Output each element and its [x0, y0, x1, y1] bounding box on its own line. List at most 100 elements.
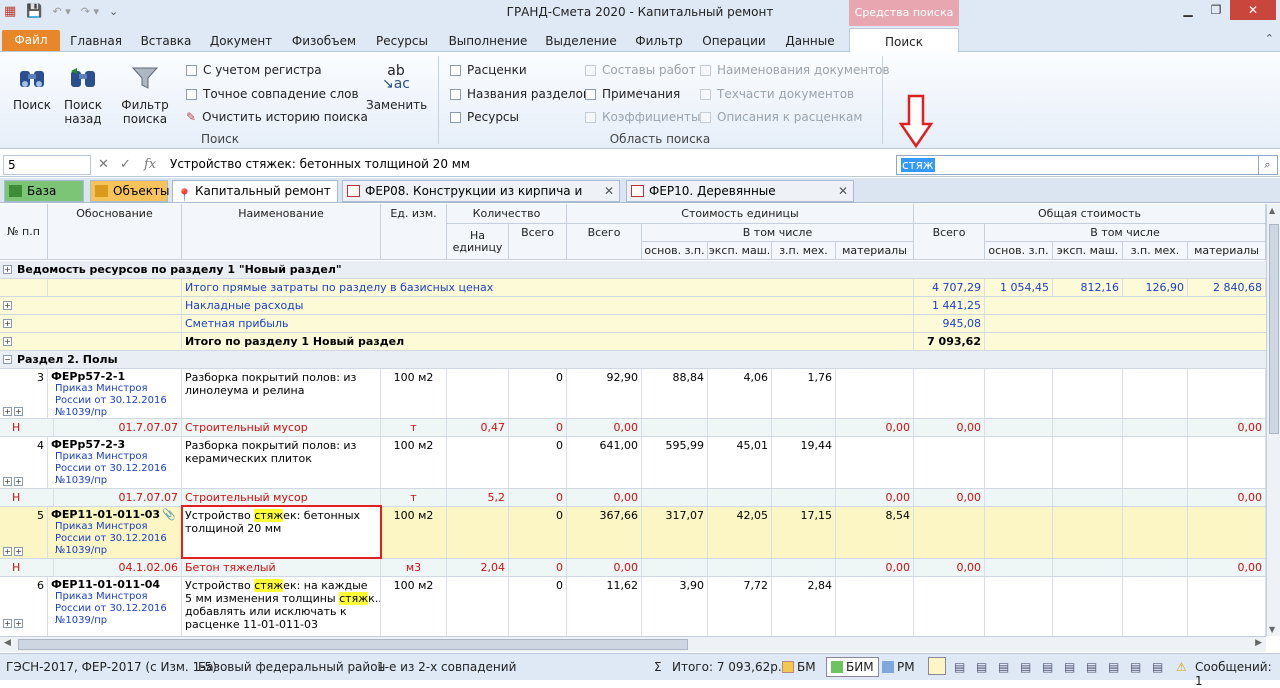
rate-code[interactable]: ФЕРр57-2-3	[51, 438, 125, 451]
status-base[interactable]: ГЭСН-2017, ФЕР-2017 (с Изм. 1-5)	[6, 660, 217, 674]
expand-icon[interactable]: +	[3, 319, 12, 328]
area-resources[interactable]: Ресурсы	[450, 110, 519, 124]
tab-insert[interactable]: Вставка	[136, 31, 196, 52]
expand-icon[interactable]: +	[3, 619, 12, 628]
scroll-down-icon[interactable]: ▼	[1269, 625, 1275, 634]
formula-text[interactable]: Устройство стяжек: бетонных толщиной 20 …	[170, 157, 470, 171]
checkbox[interactable]	[700, 64, 711, 76]
bim-toggle[interactable]: БИМ	[826, 657, 879, 677]
search-button[interactable]: Поиск	[8, 62, 56, 112]
area-rate-descriptions[interactable]: Описания к расценкам	[700, 110, 862, 124]
scroll-right-icon[interactable]: ▶	[1255, 638, 1262, 648]
total-row[interactable]: + Сметная прибыль 945,08	[0, 315, 1266, 333]
col-unit-wages[interactable]: основ. з.п.	[642, 242, 708, 260]
vertical-scrollbar[interactable]: ▲ ▼	[1266, 204, 1280, 636]
col-unit-incl[interactable]: В том числе	[642, 224, 914, 242]
resource-per-unit[interactable]: 0,47	[447, 419, 509, 436]
scroll-up-icon[interactable]: ▲	[1269, 206, 1275, 215]
unit-cell[interactable]: 100 м2	[381, 369, 447, 418]
tab-search[interactable]: Поиск	[849, 28, 959, 53]
col-num[interactable]: № п.п	[0, 204, 48, 260]
col-unit-total[interactable]: Всего	[567, 224, 642, 260]
col-qty-per-unit[interactable]: На единицу	[447, 224, 509, 260]
close-tab-icon[interactable]: ✕	[838, 181, 848, 202]
checkbox[interactable]	[450, 111, 461, 123]
estimate-row[interactable]: 4 + + ФЕРр57-2-3 Приказ Минстроя России от …	[0, 437, 1266, 489]
bm-toggle[interactable]: БМ	[782, 660, 816, 674]
resource-per-unit[interactable]: 2,04	[447, 559, 509, 576]
area-tech-parts[interactable]: Техчасти документов	[700, 87, 854, 101]
rate-code[interactable]: ФЕРр57-2-1	[51, 370, 125, 383]
tab-data[interactable]: Данные	[780, 31, 840, 52]
view-icon[interactable]: ▤	[976, 660, 987, 674]
collapse-icon[interactable]: −	[3, 355, 12, 364]
tab-resources[interactable]: Ресурсы	[370, 31, 434, 52]
rate-code[interactable]: ФЕР11-01-011-04	[51, 578, 160, 591]
tab-filter[interactable]: Фильтр	[630, 31, 688, 52]
expand-icon[interactable]: +	[14, 477, 23, 486]
ribbon-collapse-icon[interactable]: ⌃	[1265, 32, 1274, 45]
area-rates[interactable]: Расценки	[450, 63, 527, 77]
expand-icon[interactable]: +	[3, 337, 12, 346]
clear-history-button[interactable]: ✎ Очистить историю поиска	[186, 110, 368, 124]
expand-icon[interactable]: +	[14, 547, 23, 556]
rate-code[interactable]: ФЕР11-01-011-03	[51, 508, 160, 521]
col-unit[interactable]: Ед. изм.	[381, 204, 447, 260]
restore-button[interactable]: ❐	[1202, 0, 1230, 20]
cancel-icon[interactable]: ✕	[98, 157, 109, 172]
search-filter-button[interactable]: Фильтр поиска	[118, 62, 172, 126]
qty-cell[interactable]: 0	[509, 507, 567, 558]
cell-reference-field[interactable]: 5	[3, 155, 91, 175]
area-work-composition[interactable]: Составы работ	[585, 63, 696, 77]
resource-per-unit[interactable]: 5,2	[447, 489, 509, 506]
checkbox[interactable]	[700, 88, 711, 100]
tab-base[interactable]: База	[4, 180, 84, 202]
tab-fer10[interactable]: ФЕР10. Деревянные конструкции✕	[626, 180, 854, 219]
tab-file[interactable]: Файл	[2, 30, 60, 51]
checkbox[interactable]	[186, 88, 197, 100]
view-icon[interactable]: ▤	[954, 660, 965, 674]
tab-capital-repair[interactable]: 📍 Капитальный ремонт	[172, 180, 338, 202]
view-icon[interactable]: ▤	[998, 660, 1009, 674]
estimate-row[interactable]: 6 + + ФЕР11-01-011-04 Приказ Минстроя Росси…	[0, 577, 1266, 636]
unit-cell[interactable]: 100 м2	[381, 577, 447, 636]
estimate-row[interactable]: 3 + + ФЕРр57-2-1 Приказ Минстроя России от …	[0, 369, 1266, 419]
col-total-mech-wages[interactable]: з.п. мех.	[1123, 242, 1188, 260]
scrollbar-thumb[interactable]	[18, 639, 688, 650]
scroll-left-icon[interactable]: ◀	[4, 638, 11, 648]
minimize-button[interactable]: ▁	[1174, 0, 1202, 20]
cell[interactable]	[447, 577, 509, 636]
tab-execution[interactable]: Выполнение	[446, 31, 530, 52]
checkbox[interactable]	[585, 64, 596, 76]
total-row[interactable]: Итого прямые затраты по разделу в базисн…	[0, 279, 1266, 297]
unit-cell[interactable]: 100 м2	[381, 507, 447, 558]
col-unit-mech-wages[interactable]: з.п. мех.	[772, 242, 836, 260]
tab-fer08[interactable]: ФЕР08. Конструкции из кирпича и блоков✕	[342, 180, 620, 219]
expand-icon[interactable]: +	[14, 619, 23, 628]
option-case-sensitive[interactable]: С учетом регистра	[186, 63, 322, 77]
tab-document[interactable]: Документ	[206, 31, 276, 52]
search-go-icon[interactable]: ⌕	[1258, 155, 1278, 175]
col-total-materials[interactable]: материалы	[1188, 242, 1266, 260]
qty-cell[interactable]: 0	[509, 369, 567, 418]
replace-button[interactable]: ab ↘ac Заменить	[366, 62, 427, 112]
cell[interactable]	[447, 437, 509, 488]
expand-icon[interactable]: +	[3, 407, 12, 416]
qty-cell[interactable]: 0	[509, 437, 567, 488]
rm-toggle[interactable]: РМ	[882, 660, 915, 674]
expand-icon[interactable]: +	[3, 301, 12, 310]
option-exact-match[interactable]: Точное совпадение слов	[186, 87, 359, 101]
view-icon[interactable]: ▤	[1086, 660, 1097, 674]
checkbox[interactable]	[700, 111, 711, 123]
name-cell[interactable]: Разборка покрытий полов: из керамических …	[182, 437, 381, 488]
area-section-names[interactable]: Названия разделов	[450, 87, 590, 101]
area-coefficients[interactable]: Коэффициенты	[585, 110, 700, 124]
search-back-button[interactable]: Поиск назад	[60, 62, 106, 126]
name-cell[interactable]: Устройство стяжек: на каждые 5 мм измене…	[182, 577, 381, 636]
resource-row[interactable]: Н 04.1.02.06 Бетон тяжелый м3 2,04 0 0,0…	[0, 559, 1266, 577]
paperclip-icon[interactable]: 📎	[162, 508, 176, 521]
tab-home[interactable]: Главная	[66, 31, 126, 52]
cell[interactable]	[447, 369, 509, 418]
confirm-icon[interactable]: ✓	[120, 157, 131, 172]
name-cell[interactable]: Разборка покрытий полов: из линолеума и р…	[182, 369, 381, 418]
